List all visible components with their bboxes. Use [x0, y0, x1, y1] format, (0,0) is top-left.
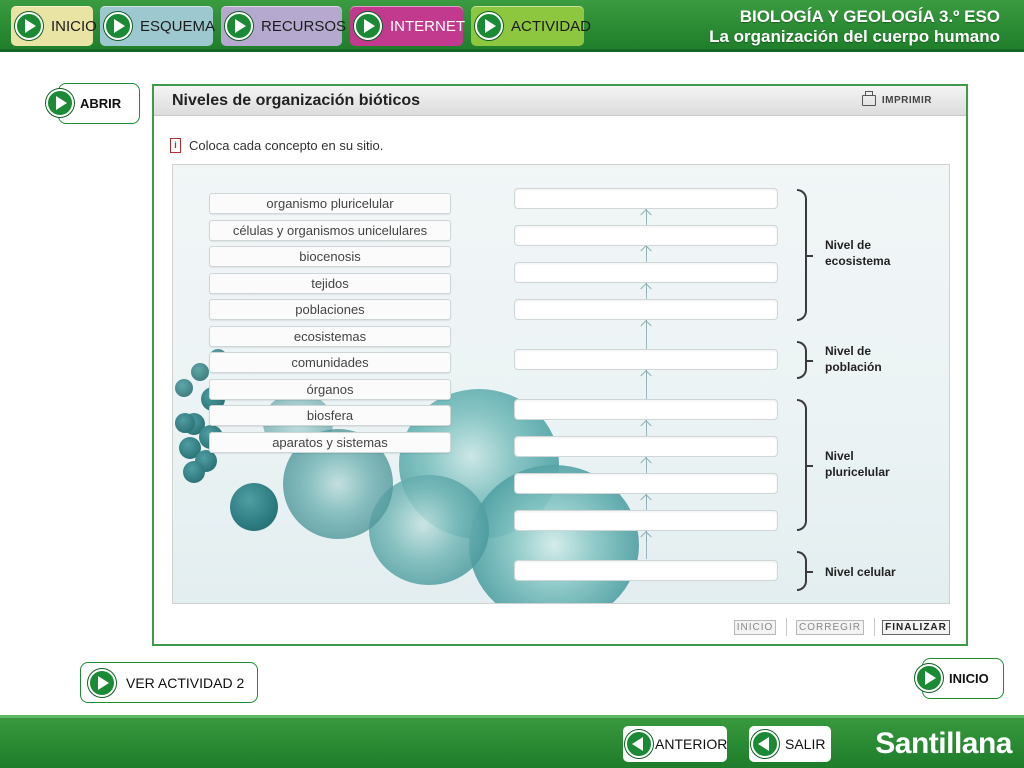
footer-bar: ANTERIOR SALIR Santillana	[0, 715, 1024, 768]
level-label-celular: Nivel celular	[825, 564, 896, 580]
concept-tile[interactable]: células y organismos unicelulares	[209, 220, 451, 241]
level-label-line: ecosistema	[825, 254, 891, 268]
play-icon	[354, 12, 382, 40]
inicio-side-button[interactable]: INICIO	[915, 658, 1004, 699]
nav-inicio-button[interactable]: INICIO	[11, 6, 97, 46]
brace-ecosistema	[797, 189, 813, 321]
drop-slot[interactable]	[514, 299, 778, 320]
santillana-logo: Santillana	[875, 727, 1012, 760]
concept-tile[interactable]: órganos	[209, 379, 451, 400]
corregir-button[interactable]: CORREGIR	[796, 620, 864, 635]
brace-celular	[797, 551, 813, 591]
concept-tile[interactable]: ecosistemas	[209, 326, 451, 347]
drop-slot[interactable]	[514, 560, 778, 581]
arrow-up-icon	[640, 420, 653, 430]
drop-slot[interactable]	[514, 399, 778, 420]
arrow-up-icon	[640, 283, 653, 293]
info-icon: i	[170, 138, 181, 153]
level-label-poblacion: Nivel de población	[825, 343, 882, 375]
play-back-icon	[751, 730, 779, 758]
abrir-label: ABRIR	[80, 96, 122, 111]
arrow-up-icon	[640, 370, 653, 380]
drop-slot[interactable]	[514, 262, 778, 283]
drop-slot[interactable]	[514, 188, 778, 209]
drop-slot[interactable]	[514, 349, 778, 370]
drop-slot[interactable]	[514, 510, 778, 531]
arrow-up-icon	[640, 245, 653, 255]
arrow-up-icon	[640, 320, 653, 330]
concept-tile[interactable]: tejidos	[209, 273, 451, 294]
anterior-button[interactable]: ANTERIOR	[623, 726, 727, 762]
level-label-line: Nivel celular	[825, 565, 896, 579]
arrow-up-icon	[640, 457, 653, 467]
concept-tile[interactable]: poblaciones	[209, 299, 451, 320]
arrow-up-icon	[640, 531, 653, 541]
level-label-pluricelular: Nivel pluricelular	[825, 448, 890, 480]
drop-slot[interactable]	[514, 225, 778, 246]
concept-tile[interactable]: organismo pluricelular	[209, 193, 451, 214]
level-label-line: Nivel de	[825, 344, 872, 358]
anterior-label: ANTERIOR	[655, 736, 728, 752]
salir-label: SALIR	[785, 736, 826, 752]
nav-esquema-label: ESQUEMA	[140, 17, 216, 35]
play-icon	[475, 12, 503, 40]
nav-recursos-button[interactable]: RECURSOS	[221, 6, 346, 46]
drop-slot[interactable]	[514, 473, 778, 494]
course-title-block: BIOLOGÍA Y GEOLOGÍA 3.º ESO La organizac…	[709, 7, 1000, 47]
drop-slot[interactable]	[514, 436, 778, 457]
subject-title: BIOLOGÍA Y GEOLOGÍA 3.º ESO	[739, 7, 1000, 26]
concept-tile[interactable]: comunidades	[209, 352, 451, 373]
play-icon	[915, 664, 943, 692]
unit-title: La organización del cuerpo humano	[709, 27, 1000, 46]
ver-actividad-2-button[interactable]: VER ACTIVIDAD 2	[80, 662, 258, 703]
play-icon	[46, 89, 74, 117]
control-separator	[874, 618, 875, 636]
level-label-line: pluricelular	[825, 465, 890, 479]
nav-internet-button[interactable]: INTERNET	[350, 6, 465, 46]
concept-tile[interactable]: biosfera	[209, 405, 451, 426]
brace-pluricelular	[797, 399, 813, 531]
level-label-line: Nivel	[825, 449, 854, 463]
ver-actividad-2-label: VER ACTIVIDAD 2	[126, 674, 245, 691]
print-label: IMPRIMIR	[881, 95, 932, 106]
level-label-ecosistema: Nivel de ecosistema	[825, 237, 890, 269]
concept-tile[interactable]: biocenosis	[209, 246, 451, 267]
play-icon	[15, 12, 43, 40]
salir-button[interactable]: SALIR	[749, 726, 831, 762]
nav-esquema-button[interactable]: ESQUEMA	[100, 6, 216, 46]
print-button[interactable]: IMPRIMIR	[861, 91, 932, 106]
arrow-up-icon	[640, 209, 653, 219]
activity-title: Niveles de organización bióticos	[172, 92, 421, 109]
instruction-row: i Coloca cada concepto en su sitio.	[170, 138, 383, 153]
instruction-text: Coloca cada concepto en su sitio.	[189, 138, 384, 153]
abrir-button[interactable]: ABRIR	[46, 83, 140, 124]
activity-header: Niveles de organización bióticos IMPRIMI…	[154, 86, 966, 116]
drag-drop-stage: organismo pluricelular células y organis…	[172, 164, 950, 604]
control-separator	[786, 618, 787, 636]
printer-icon	[861, 91, 876, 106]
inicio-activity-button[interactable]: INICIO	[734, 620, 776, 635]
nav-actividad-button[interactable]: ACTIVIDAD	[471, 6, 591, 46]
brace-poblacion	[797, 341, 813, 379]
arrow-up-icon	[640, 494, 653, 504]
level-label-line: Nivel de	[825, 238, 872, 252]
concept-tile[interactable]: aparatos y sistemas	[209, 432, 451, 453]
nav-recursos-label: RECURSOS	[261, 17, 347, 35]
activity-panel: Niveles de organización bióticos IMPRIMI…	[152, 84, 968, 646]
top-navigation-bar: INICIO ESQUEMA RECURSOS INTERNET ACTIVID…	[0, 0, 1024, 52]
play-icon	[88, 669, 116, 697]
play-icon	[104, 12, 132, 40]
inicio-side-label: INICIO	[949, 671, 989, 686]
nav-inicio-label: INICIO	[51, 17, 97, 35]
play-icon	[225, 12, 253, 40]
finalizar-button[interactable]: FINALIZAR	[882, 620, 950, 635]
nav-actividad-label: ACTIVIDAD	[511, 17, 592, 35]
level-label-line: población	[825, 360, 882, 374]
play-back-icon	[625, 730, 653, 758]
nav-internet-label: INTERNET	[390, 17, 465, 35]
